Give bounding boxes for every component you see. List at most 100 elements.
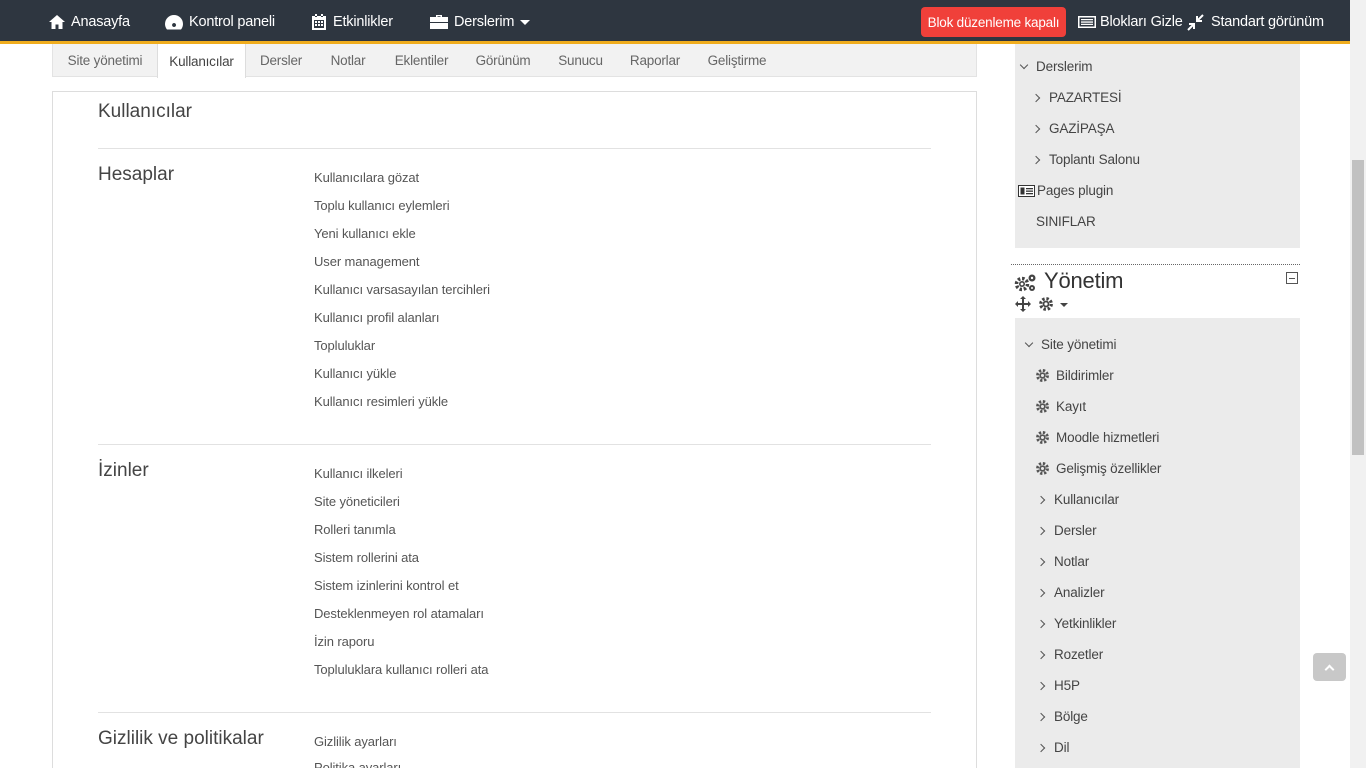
admin-h5p[interactable]: H5P (1036, 678, 1080, 693)
link-bulk-user-actions[interactable]: Toplu kullanıcı eylemleri (314, 198, 450, 213)
nav-course-meeting-room[interactable]: Toplantı Salonu (1031, 152, 1140, 167)
link-user-management[interactable]: User management (314, 254, 420, 269)
link-site-administrators[interactable]: Site yöneticileri (314, 494, 400, 509)
events-link[interactable]: Etkinlikler (310, 0, 393, 44)
chevron-right-icon (1036, 557, 1046, 566)
chevron-right-icon (1036, 495, 1046, 504)
dashboard-link[interactable]: Kontrol paneli (164, 0, 275, 44)
chevron-right-icon (1031, 124, 1041, 133)
gear-icon (1036, 369, 1049, 382)
tab-grades[interactable]: Notlar (316, 44, 380, 77)
section-title-permissions: İzinler (98, 460, 149, 481)
edit-blocks-button[interactable]: Blok düzenleme kapalı (921, 7, 1066, 37)
admin-item-label: Moodle hizmetleri (1056, 430, 1160, 445)
nav-pages-plugin[interactable]: Pages plugin (1018, 183, 1113, 198)
link-define-roles[interactable]: Rolleri tanımla (314, 522, 396, 537)
nav-classes[interactable]: SINIFLAR (1036, 214, 1096, 229)
chevron-right-icon (1036, 650, 1046, 659)
dashboard-label: Kontrol paneli (189, 14, 275, 30)
link-check-system-permissions[interactable]: Sistem izinlerini kontrol et (314, 578, 459, 593)
page-title: Kullanıcılar (98, 101, 192, 122)
chevron-right-icon (1036, 712, 1046, 721)
admin-competencies[interactable]: Yetkinlikler (1036, 616, 1117, 631)
collapse-block-icon[interactable] (1286, 272, 1298, 284)
admin-item-label: Dersler (1054, 523, 1097, 538)
link-upload-users[interactable]: Kullanıcı yükle (314, 366, 396, 381)
nav-pages-plugin-label: Pages plugin (1037, 183, 1114, 198)
admin-block (1015, 318, 1300, 768)
gear-icon[interactable] (1038, 296, 1054, 312)
admin-location[interactable]: Bölge (1036, 709, 1088, 724)
link-privacy-settings[interactable]: Gizlilik ayarları (314, 734, 397, 749)
home-label: Anasayfa (71, 14, 130, 30)
admin-badges[interactable]: Rozetler (1036, 647, 1104, 662)
admin-language[interactable]: Dil (1036, 740, 1070, 755)
tab-plugins[interactable]: Eklentiler (380, 44, 463, 77)
link-assign-user-roles-to-cohort[interactable]: Topluluklara kullanıcı rolleri ata (314, 662, 488, 677)
gear-icon (1036, 462, 1049, 475)
briefcase-icon (430, 15, 448, 29)
section-title-accounts: Hesaplar (98, 164, 175, 185)
link-policy-settings[interactable]: Politika ayarları (314, 760, 401, 768)
admin-grades[interactable]: Notlar (1036, 554, 1089, 569)
admin-analytics[interactable]: Analizler (1036, 585, 1105, 600)
admin-moodle-services[interactable]: Moodle hizmetleri (1035, 430, 1159, 445)
admin-item-label: Dil (1054, 740, 1070, 755)
link-add-new-user[interactable]: Yeni kullanıcı ekle (314, 226, 416, 241)
block-separator (1011, 264, 1300, 265)
tab-development[interactable]: Geliştirme (692, 44, 782, 77)
link-upload-user-pictures[interactable]: Kullanıcı resimleri yükle (314, 394, 448, 409)
link-cohorts[interactable]: Topluluklar (314, 338, 375, 353)
divider (98, 712, 931, 713)
admin-item-label: Bölge (1054, 709, 1088, 724)
admin-courses[interactable]: Dersler (1036, 523, 1097, 538)
tab-site-admin[interactable]: Site yönetimi (53, 44, 157, 77)
admin-site-administration[interactable]: Site yönetimi (1024, 337, 1117, 352)
standard-view-button[interactable]: Standart görünüm (1187, 0, 1324, 44)
link-user-profile-fields[interactable]: Kullanıcı profil alanları (314, 310, 440, 325)
standard-view-label: Standart görünüm (1211, 14, 1324, 30)
admin-notifications[interactable]: Bildirimler (1035, 368, 1114, 383)
chevron-right-icon (1031, 155, 1041, 164)
admin-site-administration-label: Site yönetimi (1041, 337, 1117, 352)
admin-item-label: Analizler (1054, 585, 1105, 600)
chevron-down-icon (1024, 338, 1034, 347)
tab-courses[interactable]: Dersler (246, 44, 316, 77)
nav-course-monday[interactable]: PAZARTESİ (1031, 90, 1122, 105)
chevron-up-icon (1324, 664, 1335, 674)
link-assign-system-roles[interactable]: Sistem rollerini ata (314, 550, 419, 565)
link-user-policies[interactable]: Kullanıcı ilkeleri (314, 466, 403, 481)
tab-server[interactable]: Sunucu (543, 44, 618, 77)
tab-users[interactable]: Kullanıcılar (157, 44, 246, 78)
hide-blocks-button[interactable]: Blokları Gizle (1077, 0, 1183, 44)
admin-advanced-features[interactable]: Gelişmiş özellikler (1035, 461, 1161, 476)
home-link[interactable]: Anasayfa (48, 0, 130, 44)
nav-course-gazipasa[interactable]: GAZİPAŞA (1031, 121, 1114, 136)
scrollbar-thumb[interactable] (1352, 160, 1364, 455)
tab-reports[interactable]: Raporlar (618, 44, 692, 77)
nav-my-courses-label: Derslerim (1036, 59, 1093, 74)
back-to-top-button[interactable] (1313, 653, 1346, 681)
admin-item-label: Yetkinlikler (1054, 616, 1117, 631)
admin-item-label: Rozetler (1054, 647, 1104, 662)
pages-plugin-icon (1018, 184, 1035, 197)
nav-my-courses[interactable]: Derslerim (1019, 59, 1093, 74)
divider (98, 444, 931, 445)
admin-registration[interactable]: Kayıt (1035, 399, 1086, 414)
admin-users[interactable]: Kullanıcılar (1036, 492, 1119, 507)
dashboard-icon (165, 15, 183, 30)
chevron-right-icon (1036, 526, 1046, 535)
admin-item-label: Bildirimler (1056, 368, 1114, 383)
link-unsupported-role-assignments[interactable]: Desteklenmeyen rol atamaları (314, 606, 484, 621)
move-icon[interactable] (1015, 296, 1031, 312)
chevron-down-icon[interactable] (1060, 303, 1068, 307)
tab-appearance[interactable]: Görünüm (463, 44, 543, 77)
admin-item-label: Kullanıcılar (1054, 492, 1119, 507)
chevron-right-icon (1036, 588, 1046, 597)
link-browse-users[interactable]: Kullanıcılara gözat (314, 170, 419, 185)
link-permission-report[interactable]: İzin raporu (314, 634, 374, 649)
admin-item-label: H5P (1054, 678, 1080, 693)
nav-course-label: PAZARTESİ (1049, 90, 1122, 105)
link-user-default-preferences[interactable]: Kullanıcı varsasayılan tercihleri (314, 282, 490, 297)
my-courses-menu[interactable]: Derslerim (429, 0, 531, 44)
